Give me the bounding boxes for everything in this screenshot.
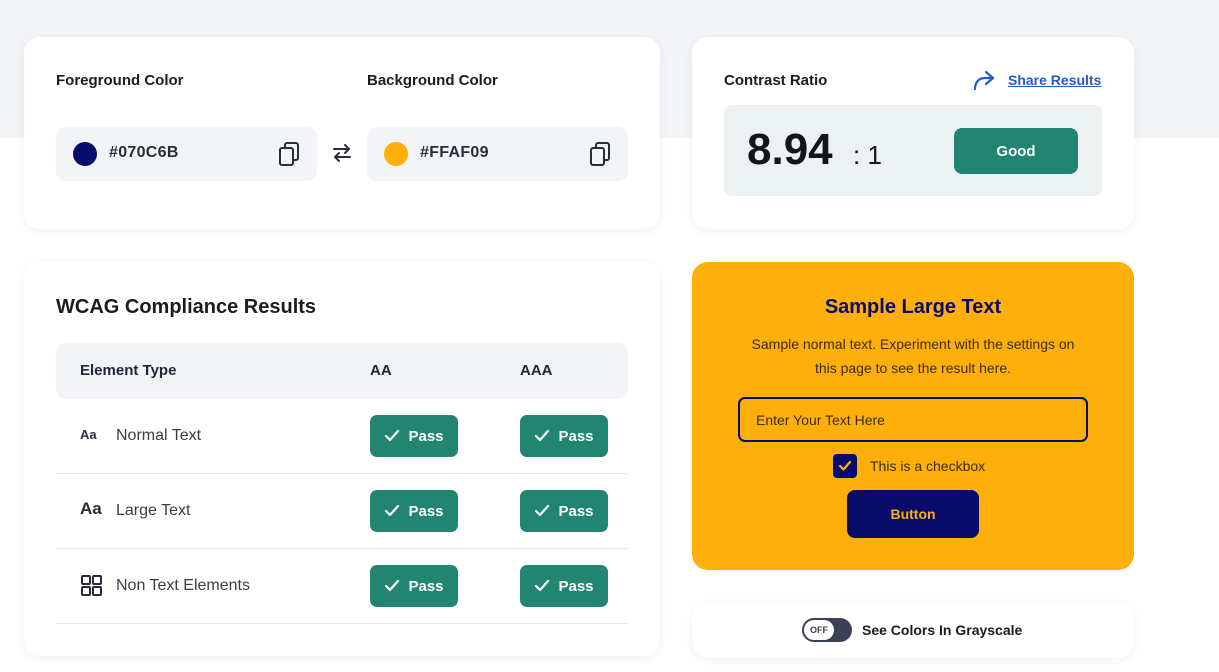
check-icon <box>535 579 550 592</box>
table-header: Element Type AA AAA <box>56 343 628 399</box>
pass-label: Pass <box>558 427 594 445</box>
grayscale-toggle-card: OFF See Colors In Grayscale <box>692 602 1134 658</box>
row-label: Non Text Elements <box>116 577 250 594</box>
share-results-link[interactable]: Share Results <box>972 69 1101 91</box>
column-header-aaa: AAA <box>520 362 553 379</box>
aaa-pass-badge: Pass <box>520 490 608 532</box>
contrast-ratio-title: Contrast Ratio <box>724 72 828 89</box>
aaa-pass-badge: Pass <box>520 565 608 607</box>
row-label: Normal Text <box>116 427 202 444</box>
text-size-small-icon: Aa <box>80 427 97 442</box>
table-row-large-text: Aa Large Text Pass Pass <box>56 474 628 549</box>
pass-label: Pass <box>558 577 594 595</box>
wcag-title: WCAG Compliance Results <box>56 296 317 318</box>
contrast-ratio-value: 8.94 <box>747 125 833 174</box>
foreground-hex-value[interactable]: #070C6B <box>109 144 179 162</box>
aa-pass-badge: Pass <box>370 415 458 457</box>
check-icon <box>385 579 400 592</box>
ratio-display: 8.94 : 1 Good <box>724 105 1102 196</box>
share-arrow-icon[interactable] <box>972 69 996 91</box>
check-icon <box>535 429 550 442</box>
aa-pass-badge: Pass <box>370 565 458 607</box>
sample-preview-card: Sample Large Text Sample normal text. Ex… <box>692 262 1134 570</box>
pass-label: Pass <box>558 502 594 520</box>
background-hex-value[interactable]: #FFAF09 <box>420 144 489 162</box>
share-results-label[interactable]: Share Results <box>1008 72 1101 88</box>
contrast-ratio-suffix: : 1 <box>853 140 882 170</box>
pass-label: Pass <box>408 427 444 445</box>
grayscale-label: See Colors In Grayscale <box>862 622 1023 638</box>
text-size-large-icon: Aa <box>80 499 102 518</box>
sample-button[interactable]: Button <box>847 490 979 538</box>
color-picker-card: Foreground Color Background Color #070C6… <box>24 37 660 229</box>
check-icon <box>535 504 550 517</box>
sample-normal-text: Sample normal text. Experiment with the … <box>751 336 1075 376</box>
check-icon <box>838 460 852 471</box>
column-header-element-type: Element Type <box>80 362 177 379</box>
check-icon <box>385 504 400 517</box>
foreground-color-label: Foreground Color <box>56 72 184 89</box>
swap-arrows-icon[interactable] <box>330 141 354 165</box>
copy-icon[interactable] <box>589 141 611 167</box>
aaa-pass-badge: Pass <box>520 415 608 457</box>
column-header-aa: AA <box>370 362 392 379</box>
grayscale-toggle[interactable]: OFF <box>802 618 852 642</box>
contrast-ratio-card: Contrast Ratio Share Results 8.94 : 1 Go… <box>692 37 1134 229</box>
sample-checkbox[interactable] <box>833 454 857 478</box>
row-label: Large Text <box>116 502 191 519</box>
copy-icon[interactable] <box>278 141 300 167</box>
checkbox-label: This is a checkbox <box>870 458 986 474</box>
table-row-non-text: Non Text Elements Pass Pass <box>56 549 628 624</box>
pass-label: Pass <box>408 577 444 595</box>
sample-large-text: Sample Large Text <box>824 296 1002 318</box>
wcag-results-card: WCAG Compliance Results Element Type AA … <box>24 262 660 656</box>
toggle-state: OFF <box>804 620 834 640</box>
background-color-label: Background Color <box>367 72 498 89</box>
background-color-field[interactable]: #FFAF09 <box>367 127 628 181</box>
contrast-grade-badge: Good <box>954 128 1078 174</box>
foreground-color-field[interactable]: #070C6B <box>56 127 317 181</box>
table-row-normal-text: Aa Normal Text Pass Pass <box>56 399 628 474</box>
aa-pass-badge: Pass <box>370 490 458 532</box>
grid-icon <box>81 575 102 596</box>
background-swatch[interactable] <box>384 142 408 166</box>
sample-text-input[interactable] <box>738 397 1088 442</box>
sample-checkbox-row[interactable]: This is a checkbox <box>833 454 985 478</box>
check-icon <box>385 429 400 442</box>
pass-label: Pass <box>408 502 444 520</box>
foreground-swatch[interactable] <box>73 142 97 166</box>
